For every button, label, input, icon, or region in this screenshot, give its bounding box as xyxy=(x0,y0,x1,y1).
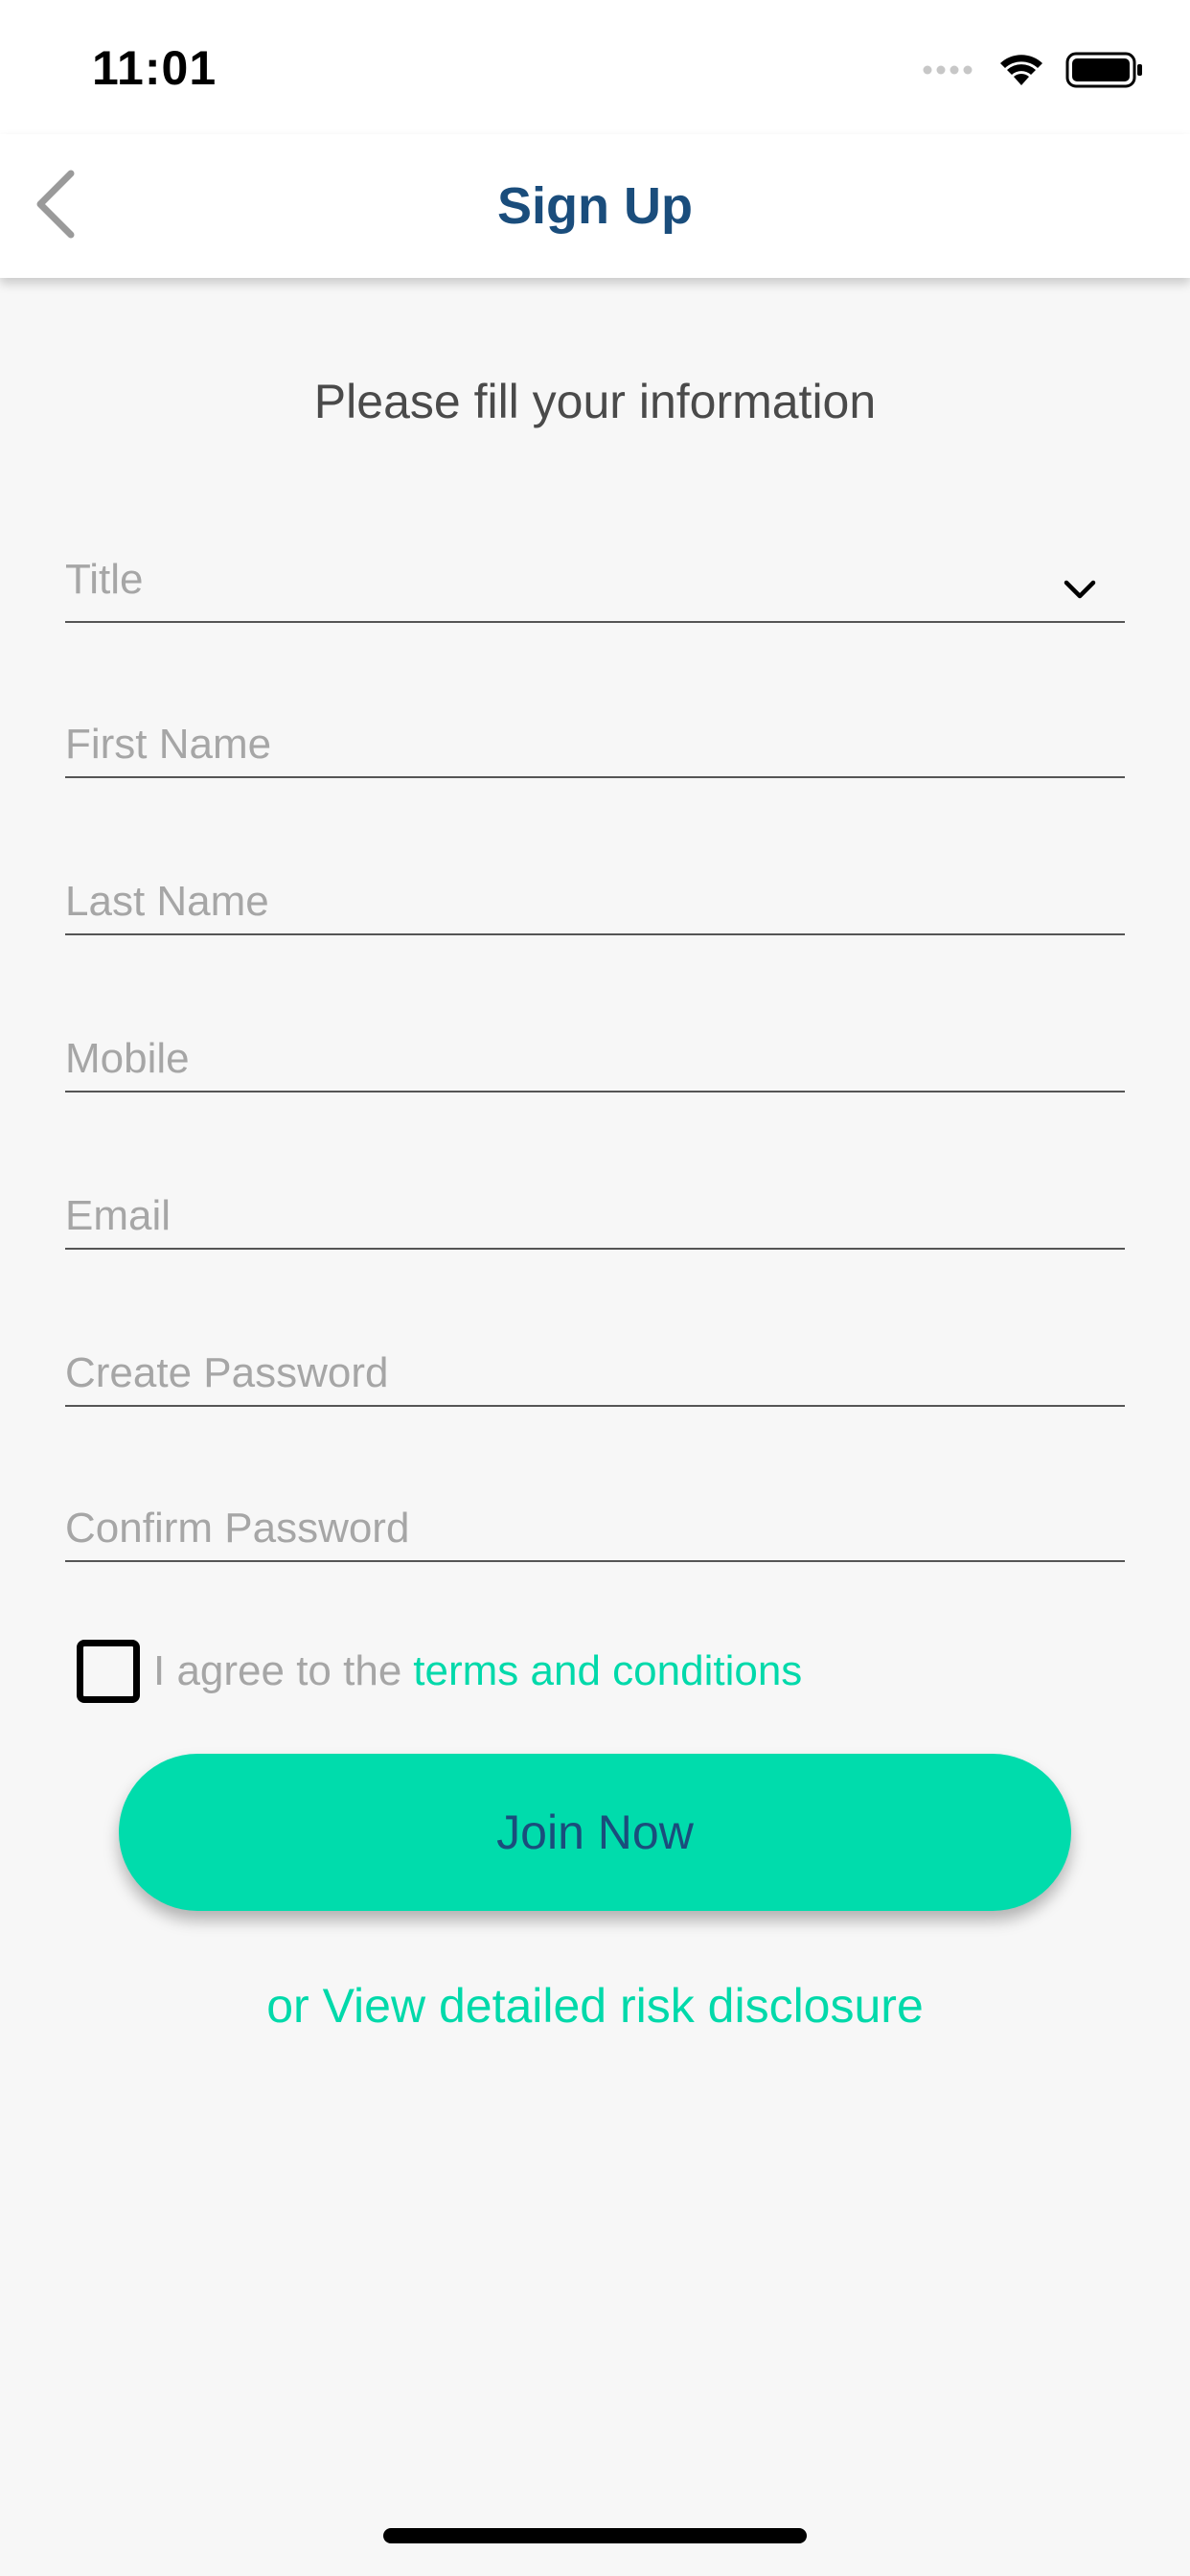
navigation-bar: Sign Up xyxy=(0,134,1190,278)
email-input[interactable] xyxy=(65,1192,1125,1240)
battery-icon xyxy=(1065,52,1144,93)
last-name-field[interactable] xyxy=(65,857,1125,935)
title-select-placeholder: Title xyxy=(65,556,144,603)
title-select[interactable]: Title xyxy=(65,544,1125,623)
cellular-signal-icon xyxy=(922,63,977,81)
confirm-password-input[interactable] xyxy=(65,1505,1125,1552)
confirm-password-field[interactable] xyxy=(65,1484,1125,1562)
risk-disclosure-link[interactable]: or View detailed risk disclosure xyxy=(0,1978,1190,2034)
join-now-button[interactable]: Join Now xyxy=(119,1754,1071,1911)
wifi-icon xyxy=(998,53,1044,92)
terms-checkbox[interactable] xyxy=(77,1640,140,1703)
form-subtitle: Please fill your information xyxy=(313,375,877,428)
terms-and-conditions-link[interactable]: terms and conditions xyxy=(413,1647,802,1695)
first-name-input[interactable] xyxy=(65,721,1125,769)
email-field[interactable] xyxy=(65,1171,1125,1250)
last-name-input[interactable] xyxy=(65,878,1125,926)
status-bar: 11:01 xyxy=(0,0,1190,134)
terms-prefix: I agree to the xyxy=(153,1647,402,1694)
mobile-field[interactable] xyxy=(65,1014,1125,1092)
home-indicator xyxy=(383,2528,807,2543)
create-password-input[interactable] xyxy=(65,1349,1125,1397)
terms-row: I agree to the terms and conditions xyxy=(77,1635,802,1708)
status-icons xyxy=(922,50,1144,94)
page-title: Sign Up xyxy=(497,177,693,235)
mobile-input[interactable] xyxy=(65,1035,1125,1083)
first-name-field[interactable] xyxy=(65,700,1125,778)
chevron-down-icon xyxy=(1064,579,1096,600)
status-time: 11:01 xyxy=(92,41,217,95)
sign-up-screen: 11:01 Sign Up Please fill your informati… xyxy=(0,0,1190,2576)
join-now-label: Join Now xyxy=(496,1806,694,1859)
create-password-field[interactable] xyxy=(65,1328,1125,1407)
